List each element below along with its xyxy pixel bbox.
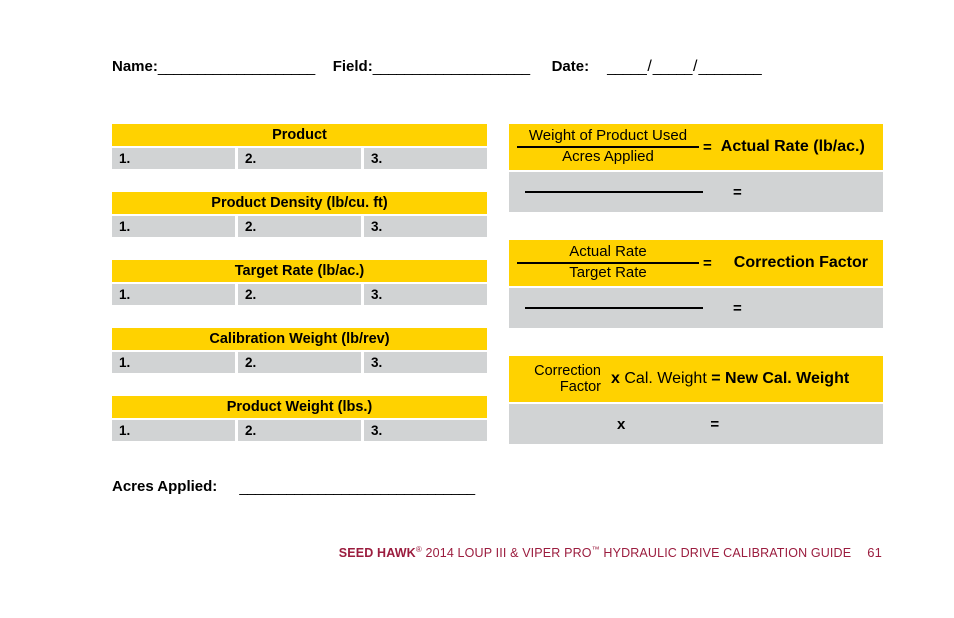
table-product-density: Product Density (lb/cu. ft) 1. 2. 3. bbox=[112, 192, 487, 237]
table-row: 1. 2. 3. bbox=[112, 284, 487, 305]
field-blank-field[interactable]: ____________________ bbox=[373, 59, 530, 76]
acres-applied-row: Acres Applied: _________________________… bbox=[112, 478, 475, 496]
formula-new-cal-weight: Correction Factor x Cal. Weight = New Ca… bbox=[509, 356, 883, 444]
formula-correction-factor-answer[interactable]: = bbox=[509, 288, 883, 328]
operand-label: Cal. Weight bbox=[624, 370, 707, 387]
trademark-mark-icon: ™ bbox=[591, 545, 600, 554]
entry-cell-2[interactable]: 2. bbox=[238, 216, 361, 237]
date-day-blank[interactable]: _____ bbox=[653, 59, 693, 76]
date-label: Date: bbox=[551, 58, 590, 75]
table-header-product: Product bbox=[112, 124, 487, 146]
fraction-weight-over-acres: Weight of Product Used Acres Applied bbox=[517, 127, 699, 166]
entry-cell-1[interactable]: 1. bbox=[112, 420, 235, 441]
formula-result-label: Correction Factor bbox=[733, 254, 869, 271]
entry-cell-1[interactable]: 1. bbox=[112, 284, 235, 305]
entry-cell-1[interactable]: 1. bbox=[112, 216, 235, 237]
formula-actual-rate-definition: Weight of Product Used Acres Applied = A… bbox=[509, 124, 883, 170]
name-blank-field[interactable]: ____________________ bbox=[158, 59, 315, 76]
date-month-blank[interactable]: _____ bbox=[607, 59, 647, 76]
calibration-worksheet-page: Name: ____________________ Field: ______… bbox=[0, 0, 954, 618]
equals-sign: = bbox=[711, 370, 721, 387]
entry-cell-3[interactable]: 3. bbox=[364, 148, 487, 169]
name-label: Name: bbox=[112, 58, 158, 75]
formula-panels: Weight of Product Used Acres Applied = A… bbox=[509, 124, 883, 444]
answer-equals-sign: = bbox=[710, 415, 720, 433]
fraction-numerator: Actual Rate bbox=[569, 243, 647, 261]
fraction-denominator: Target Rate bbox=[517, 262, 699, 282]
correction-factor-label-line1: Correction bbox=[534, 362, 601, 379]
entry-tables: Product 1. 2. 3. Product Density (lb/cu.… bbox=[112, 124, 487, 464]
entry-cell-3[interactable]: 3. bbox=[364, 420, 487, 441]
fraction-numerator: Weight of Product Used bbox=[528, 127, 688, 145]
answer-fraction-blank[interactable] bbox=[525, 191, 703, 193]
formula-correction-factor-definition: Actual Rate Target Rate = Correction Fac… bbox=[509, 240, 883, 286]
field-label: Field: bbox=[332, 58, 373, 75]
table-row: 1. 2. 3. bbox=[112, 148, 487, 169]
answer-fraction-blank[interactable] bbox=[525, 307, 703, 309]
table-product-weight: Product Weight (lbs.) 1. 2. 3. bbox=[112, 396, 487, 441]
entry-cell-3[interactable]: 3. bbox=[364, 216, 487, 237]
table-row: 1. 2. 3. bbox=[112, 352, 487, 373]
table-header-product-weight: Product Weight (lbs.) bbox=[112, 396, 487, 418]
formula-expression: x Cal. Weight = New Cal. Weight bbox=[611, 370, 849, 388]
entry-cell-2[interactable]: 2. bbox=[238, 284, 361, 305]
formula-result-label: Actual Rate (lb/ac.) bbox=[720, 138, 865, 155]
entry-cell-3[interactable]: 3. bbox=[364, 352, 487, 373]
equals-sign: = bbox=[703, 254, 712, 272]
correction-factor-label-line2: Factor bbox=[559, 379, 601, 395]
entry-cell-2[interactable]: 2. bbox=[238, 352, 361, 373]
footer-brand: SEED HAWK bbox=[338, 546, 416, 561]
acres-applied-label: Acres Applied: bbox=[112, 478, 218, 495]
entry-cell-3[interactable]: 3. bbox=[364, 284, 487, 305]
worksheet-header: Name: ____________________ Field: ______… bbox=[112, 58, 902, 84]
formula-actual-rate-answer[interactable]: = bbox=[509, 172, 883, 212]
formula-result-label: New Cal. Weight bbox=[725, 370, 850, 387]
acres-applied-blank-field[interactable]: ______________________________ bbox=[239, 479, 475, 496]
footer-text-1: 2014 LOUP III & VIPER PRO bbox=[421, 546, 592, 561]
footer-text-2: HYDRAULIC DRIVE CALIBRATION GUIDE bbox=[599, 546, 852, 561]
answer-multiply-sign: x bbox=[617, 415, 626, 433]
table-row: 1. 2. 3. bbox=[112, 216, 487, 237]
correction-factor-label: Correction Factor bbox=[525, 363, 601, 395]
table-product: Product 1. 2. 3. bbox=[112, 124, 487, 169]
equals-sign: = bbox=[703, 138, 712, 156]
page-footer: SEED HAWK® 2014 LOUP III & VIPER PRO™ HY… bbox=[0, 545, 954, 560]
table-header-product-density: Product Density (lb/cu. ft) bbox=[112, 192, 487, 214]
date-year-blank[interactable]: ________ bbox=[698, 59, 761, 76]
fraction-denominator: Acres Applied bbox=[517, 146, 699, 166]
entry-cell-1[interactable]: 1. bbox=[112, 148, 235, 169]
table-calibration-weight: Calibration Weight (lb/rev) 1. 2. 3. bbox=[112, 328, 487, 373]
formula-actual-rate: Weight of Product Used Acres Applied = A… bbox=[509, 124, 883, 212]
table-header-target-rate: Target Rate (lb/ac.) bbox=[112, 260, 487, 282]
table-target-rate: Target Rate (lb/ac.) 1. 2. 3. bbox=[112, 260, 487, 305]
formula-correction-factor: Actual Rate Target Rate = Correction Fac… bbox=[509, 240, 883, 328]
entry-cell-1[interactable]: 1. bbox=[112, 352, 235, 373]
page-number: 61 bbox=[867, 545, 882, 561]
answer-equals-sign: = bbox=[733, 299, 742, 317]
table-row: 1. 2. 3. bbox=[112, 420, 487, 441]
entry-cell-2[interactable]: 2. bbox=[238, 420, 361, 441]
table-header-calibration-weight: Calibration Weight (lb/rev) bbox=[112, 328, 487, 350]
multiply-sign: x bbox=[611, 370, 620, 387]
answer-equals-sign: = bbox=[733, 183, 742, 201]
formula-new-cal-weight-answer[interactable]: x = bbox=[509, 404, 883, 444]
entry-cell-2[interactable]: 2. bbox=[238, 148, 361, 169]
formula-new-cal-weight-definition: Correction Factor x Cal. Weight = New Ca… bbox=[509, 356, 883, 402]
fraction-actual-over-target: Actual Rate Target Rate bbox=[517, 243, 699, 282]
